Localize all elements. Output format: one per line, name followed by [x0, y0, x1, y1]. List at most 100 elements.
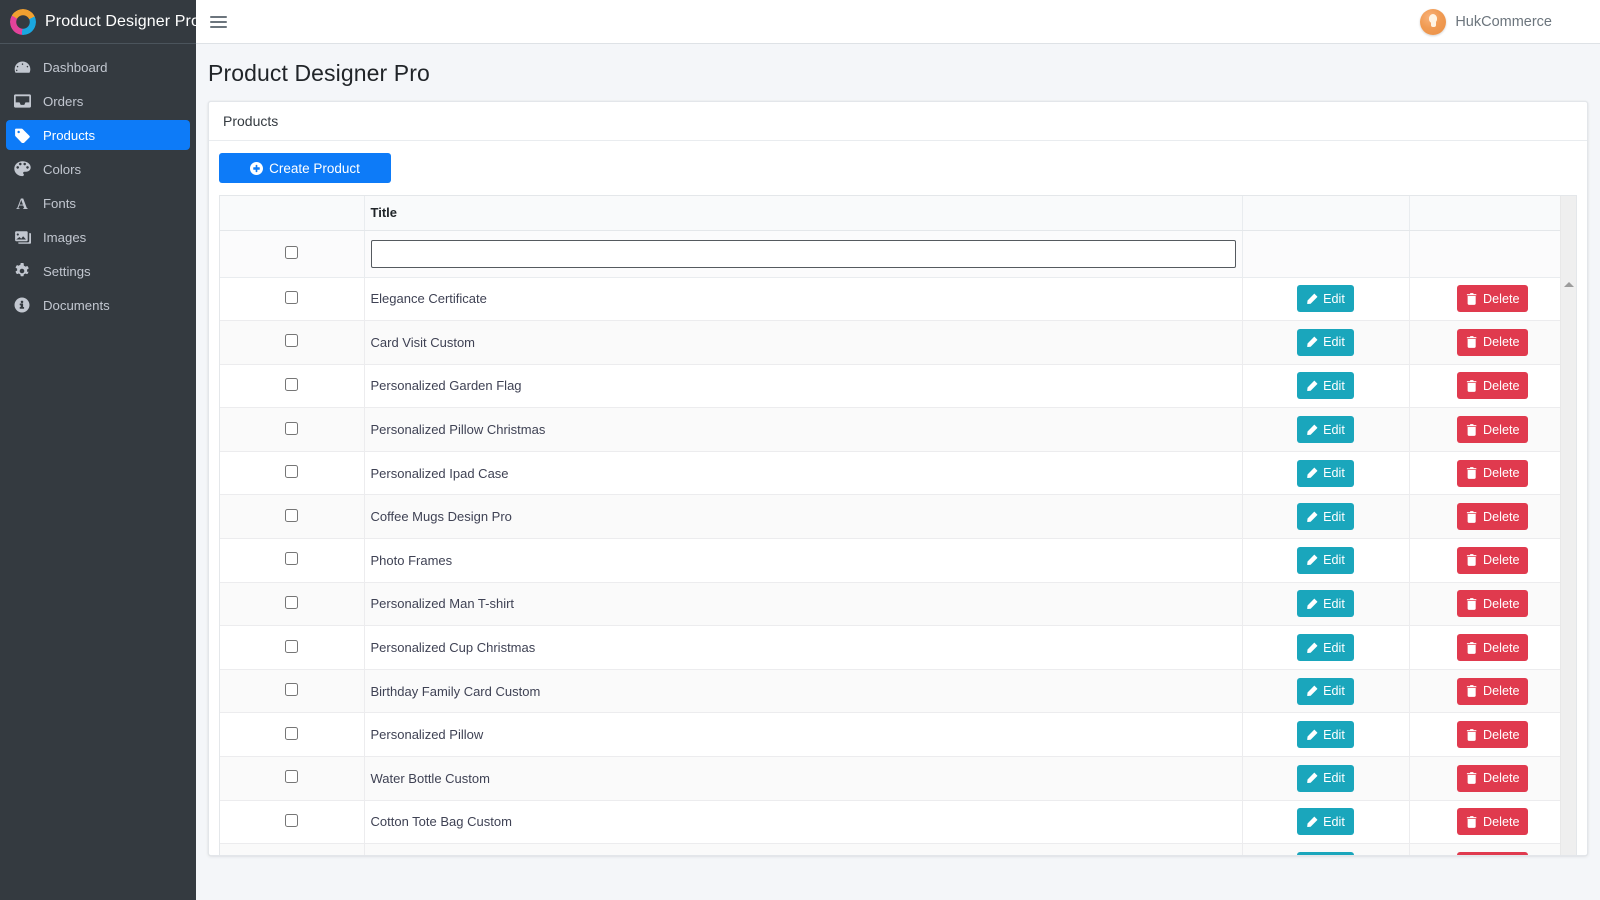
row-delete-cell: Delete: [1409, 539, 1576, 583]
app-root: Product Designer Pro Dashboard Orders: [0, 0, 1600, 900]
sidebar-brand[interactable]: Product Designer Pro: [0, 0, 196, 44]
edit-button-label: Edit: [1323, 335, 1345, 349]
hamburger-icon[interactable]: [210, 11, 232, 33]
col-header-select[interactable]: [220, 196, 364, 230]
delete-button[interactable]: Delete: [1457, 372, 1528, 399]
delete-button[interactable]: Delete: [1457, 503, 1528, 530]
edit-button[interactable]: Edit: [1297, 852, 1354, 855]
sidebar-item-dashboard[interactable]: Dashboard: [6, 52, 190, 82]
row-select-cell: [220, 408, 364, 452]
row-checkbox[interactable]: [285, 509, 298, 522]
edit-button[interactable]: Edit: [1297, 590, 1354, 617]
delete-button-label: Delete: [1483, 379, 1519, 393]
row-title-cell: Photo Frames: [364, 539, 1242, 583]
delete-button[interactable]: Delete: [1457, 808, 1528, 835]
select-all-checkbox[interactable]: [285, 246, 298, 259]
table-row: Elegance CertificateEditDelete: [220, 277, 1576, 321]
edit-button[interactable]: Edit: [1297, 503, 1354, 530]
row-title-cell: Personalized Pillow Christmas: [364, 408, 1242, 452]
content-region: Products Create Product: [196, 101, 1600, 856]
row-checkbox[interactable]: [285, 596, 298, 609]
row-edit-cell: Edit: [1242, 626, 1409, 670]
delete-button[interactable]: Delete: [1457, 678, 1528, 705]
sidebar-nav: Dashboard Orders Products: [0, 44, 196, 320]
row-delete-cell: Delete: [1409, 626, 1576, 670]
row-checkbox[interactable]: [285, 683, 298, 696]
card-body: Create Product Title: [209, 141, 1587, 855]
edit-button[interactable]: Edit: [1297, 634, 1354, 661]
pencil-icon: [1306, 380, 1318, 392]
row-checkbox[interactable]: [285, 814, 298, 827]
edit-button[interactable]: Edit: [1297, 285, 1354, 312]
row-checkbox[interactable]: [285, 334, 298, 347]
row-checkbox[interactable]: [285, 291, 298, 304]
table-row: Cotton Tote Bag CustomEditDelete: [220, 800, 1576, 844]
row-checkbox[interactable]: [285, 727, 298, 740]
row-checkbox[interactable]: [285, 640, 298, 653]
delete-button[interactable]: Delete: [1457, 460, 1528, 487]
row-delete-cell: Delete: [1409, 451, 1576, 495]
row-title-cell: Birthday Family Card Custom: [364, 669, 1242, 713]
delete-button[interactable]: Delete: [1457, 765, 1528, 792]
sidebar-item-label: Settings: [43, 264, 91, 279]
delete-button[interactable]: Delete: [1457, 416, 1528, 443]
col-header-delete: [1409, 196, 1576, 230]
delete-button[interactable]: Delete: [1457, 852, 1528, 855]
delete-button[interactable]: Delete: [1457, 721, 1528, 748]
row-checkbox[interactable]: [285, 465, 298, 478]
account-menu[interactable]: HukCommerce: [1420, 9, 1586, 35]
products-table-container: Title: [219, 195, 1577, 855]
sidebar-item-fonts[interactable]: A Fonts: [6, 188, 190, 218]
delete-button[interactable]: Delete: [1457, 285, 1528, 312]
card-header-title: Products: [209, 102, 1587, 141]
delete-button[interactable]: Delete: [1457, 590, 1528, 617]
row-checkbox[interactable]: [285, 422, 298, 435]
table-vertical-scrollbar[interactable]: [1560, 196, 1576, 855]
edit-button[interactable]: Edit: [1297, 329, 1354, 356]
filter-edit-cell: [1242, 230, 1409, 277]
edit-button[interactable]: Edit: [1297, 721, 1354, 748]
delete-button-label: Delete: [1483, 641, 1519, 655]
trash-icon: [1466, 336, 1478, 348]
delete-button[interactable]: Delete: [1457, 634, 1528, 661]
sidebar-item-colors[interactable]: Colors: [6, 154, 190, 184]
pencil-icon: [1306, 293, 1318, 305]
sidebar-item-documents[interactable]: Documents: [6, 290, 190, 320]
lightbulb-icon: [1420, 9, 1446, 35]
sidebar-item-images[interactable]: Images: [6, 222, 190, 252]
edit-button[interactable]: Edit: [1297, 416, 1354, 443]
row-delete-cell: Delete: [1409, 364, 1576, 408]
row-delete-cell: Delete: [1409, 582, 1576, 626]
col-header-title[interactable]: Title: [364, 196, 1242, 230]
scroll-up-arrow-icon[interactable]: [1564, 282, 1574, 287]
edit-button-label: Edit: [1323, 597, 1345, 611]
row-checkbox[interactable]: [285, 552, 298, 565]
table-header-row: Title: [220, 196, 1576, 230]
trash-icon: [1466, 816, 1478, 828]
title-filter-input[interactable]: [371, 240, 1236, 268]
tri-ring-logo-icon: [10, 9, 36, 35]
table-row: Birthday Family Card Custom Edit Delete: [220, 669, 1576, 713]
edit-button[interactable]: Edit: [1297, 372, 1354, 399]
delete-button-label: Delete: [1483, 466, 1519, 480]
sidebar-item-products[interactable]: Products: [6, 120, 190, 150]
row-delete-cell: Delete: [1409, 844, 1576, 855]
edit-button[interactable]: Edit: [1297, 460, 1354, 487]
sidebar-item-orders[interactable]: Orders: [6, 86, 190, 116]
row-checkbox[interactable]: [285, 770, 298, 783]
edit-button[interactable]: Edit: [1297, 765, 1354, 792]
gear-icon: [14, 263, 34, 279]
sidebar-item-settings[interactable]: Settings: [6, 256, 190, 286]
edit-button[interactable]: Edit: [1297, 678, 1354, 705]
delete-button[interactable]: Delete: [1457, 329, 1528, 356]
row-select-cell: [220, 757, 364, 801]
edit-button[interactable]: Edit: [1297, 808, 1354, 835]
edit-button[interactable]: Edit: [1297, 547, 1354, 574]
font-a-icon: A: [14, 195, 34, 211]
delete-button[interactable]: Delete: [1457, 547, 1528, 574]
delete-button-label: Delete: [1483, 728, 1519, 742]
row-delete-cell: Delete: [1409, 408, 1576, 452]
create-product-button[interactable]: Create Product: [219, 153, 391, 183]
account-name-label: HukCommerce: [1455, 14, 1552, 30]
row-checkbox[interactable]: [285, 378, 298, 391]
